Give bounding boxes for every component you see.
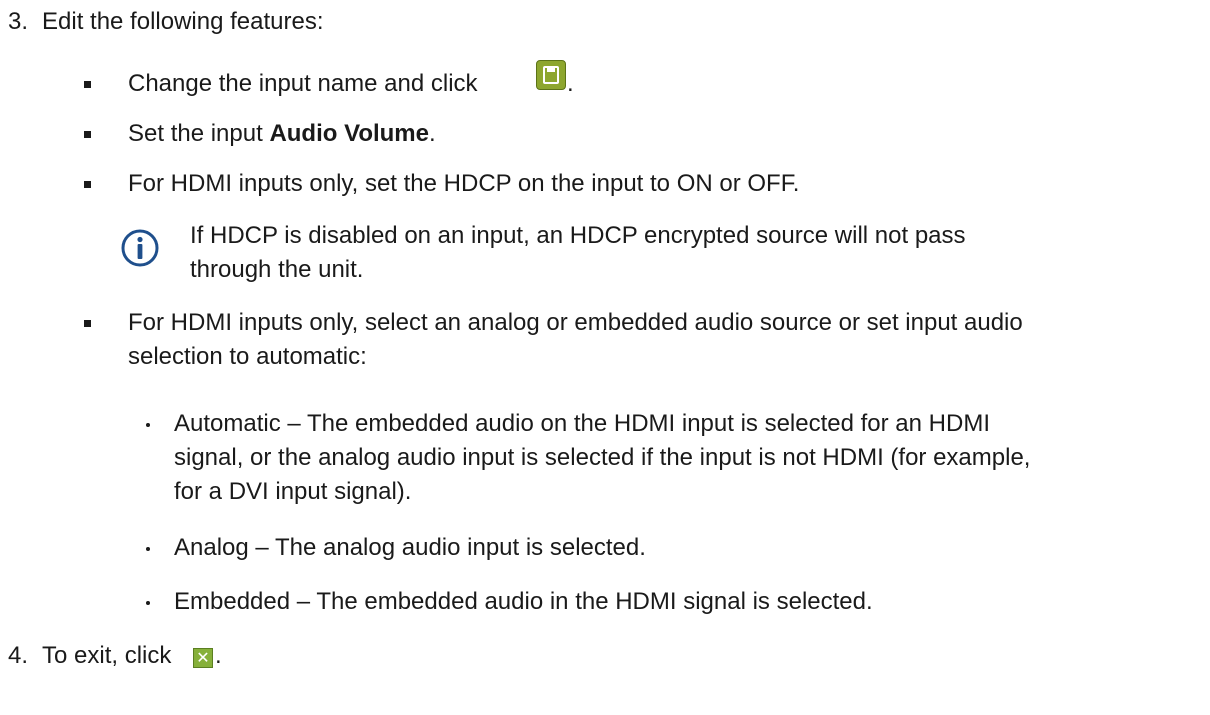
bullet-marker	[84, 181, 91, 188]
save-icon[interactable]	[536, 60, 566, 90]
subitem-2-text: Analog – The analog audio input is selec…	[174, 534, 646, 561]
step-4-after: .	[215, 642, 222, 669]
bullet-2-bold: Audio Volume	[269, 120, 429, 147]
step-3-text: Edit the following features:	[42, 8, 324, 35]
subitem-1-line-2: signal, or the analog audio input is sel…	[174, 444, 1031, 471]
step-4-number: 4.	[8, 642, 29, 669]
step-4-before: To exit, click	[42, 642, 172, 669]
bullet-2-after: .	[429, 120, 436, 147]
bullet-marker	[84, 320, 91, 327]
bullet-3-text: For HDMI inputs only, set the HDCP on th…	[128, 170, 800, 197]
bullet-1-before: Change the input name and click	[128, 70, 478, 97]
sub-bullet-marker	[146, 423, 150, 427]
bullet-2-text: Set the input Audio Volume.	[128, 117, 436, 151]
bullet-2-before: Set the input	[128, 120, 270, 147]
bullet-marker	[84, 131, 91, 138]
step-3-number: 3.	[8, 8, 29, 35]
subitem-1-line-1: Automatic – The embedded audio on the HD…	[174, 410, 990, 437]
info-icon	[121, 229, 159, 267]
subitem-3-text: Embedded – The embedded audio in the HDM…	[174, 588, 873, 615]
bullet-4-line-1: For HDMI inputs only, select an analog o…	[128, 309, 1023, 336]
bullet-1-text: Change the input name and click	[128, 67, 478, 101]
bullet-4-line-2: selection to automatic:	[128, 343, 367, 370]
close-icon[interactable]: ✕	[193, 648, 213, 668]
note-line-1: If HDCP is disabled on an input, an HDCP…	[190, 222, 966, 249]
note-line-2: through the unit.	[190, 256, 364, 283]
bullet-marker	[84, 81, 91, 88]
bullet-1-after: .	[567, 70, 574, 97]
sub-bullet-marker	[146, 601, 150, 605]
subitem-1-line-3: for a DVI input signal).	[174, 478, 412, 505]
sub-bullet-marker	[146, 547, 150, 551]
